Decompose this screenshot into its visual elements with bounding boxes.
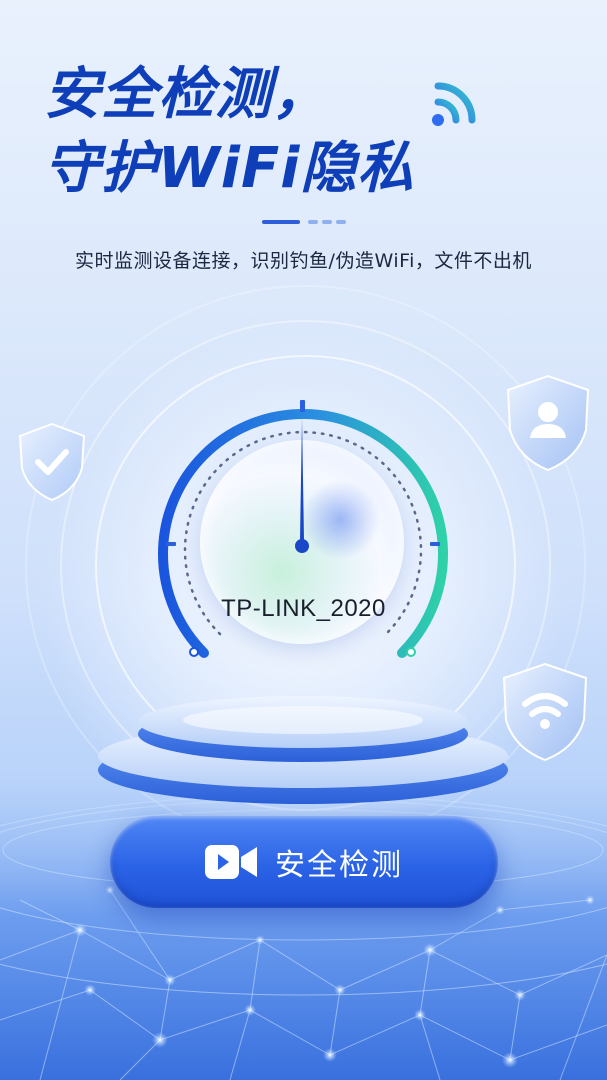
shield-user-icon <box>506 374 590 472</box>
shield-check-icon <box>18 422 86 502</box>
podium <box>98 696 508 804</box>
security-check-button[interactable]: 安全检测 <box>110 816 498 908</box>
network-name: TP-LINK_2020 <box>221 595 386 622</box>
title-line-2: 守护WiFi隐私 <box>44 136 415 201</box>
security-check-label: 安全检测 <box>275 848 403 883</box>
video-camera-icon <box>205 845 257 879</box>
wifi-signal-icon <box>432 82 476 126</box>
subtitle: 实时监测设备连接，识别钓鱼/伪造WiFi，文件不出机 <box>75 250 532 272</box>
title-divider <box>262 220 346 224</box>
gauge-needle <box>295 418 309 553</box>
title-line-1: 安全检测， <box>44 62 329 127</box>
page-title: 安全检测， 守护WiFi隐私 <box>44 58 414 206</box>
shield-wifi-icon <box>502 662 588 762</box>
